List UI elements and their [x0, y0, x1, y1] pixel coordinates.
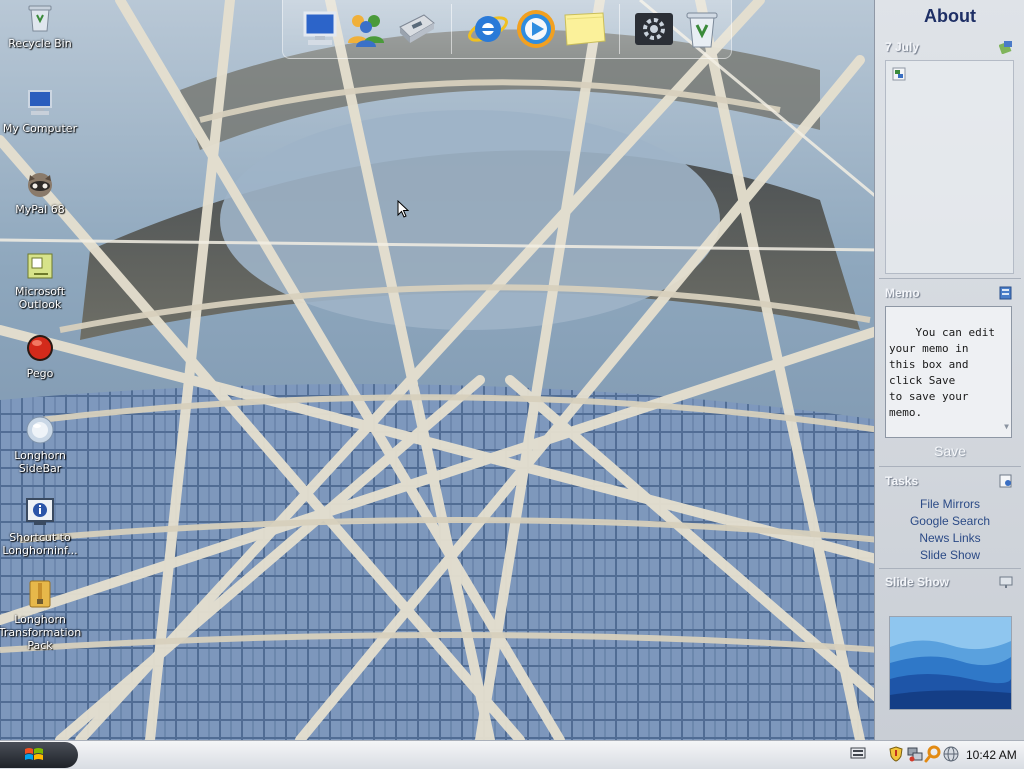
users-icon — [348, 15, 384, 47]
memo-tile-icon[interactable] — [999, 286, 1013, 300]
dock-control-panel[interactable] — [631, 6, 677, 52]
memo-heading: Memo — [885, 286, 920, 300]
keyboard-icon[interactable] — [850, 746, 866, 760]
dock-separator — [451, 4, 452, 54]
tasks-heading: Tasks — [885, 474, 919, 488]
network-icon[interactable] — [907, 746, 923, 762]
tasks-tile-icon[interactable] — [999, 474, 1013, 488]
desktop-icon-outlook[interactable]: Microsoft Outlook — [2, 250, 78, 311]
desktop-icon-label: Longhorn Transformation Pack — [0, 613, 82, 652]
start-button[interactable] — [0, 742, 78, 768]
desktop-icon-shortcut-longhorninfo[interactable]: Shortcut to Longhorninf... — [2, 496, 78, 557]
task-link-news-links[interactable]: News Links — [875, 531, 1024, 545]
calendar-date: 7 July — [885, 40, 920, 54]
image-placeholder-icon — [892, 67, 906, 81]
red-orb-icon — [24, 332, 56, 364]
task-link-file-mirrors[interactable]: File Mirrors — [875, 497, 1024, 511]
calendar-tile-icon[interactable] — [999, 40, 1013, 54]
dock-scanner[interactable] — [393, 6, 439, 52]
desktop-icon-longhorn-transformation-pack[interactable]: Longhorn Transformation Pack — [0, 578, 82, 652]
longhorn-sidebar: About 7 July Memo You can edit your memo… — [874, 0, 1024, 740]
dock-recycle-bin[interactable] — [679, 6, 725, 52]
task-link-slide-show[interactable]: Slide Show — [875, 548, 1024, 562]
desktop-icon-pego[interactable]: Pego — [2, 332, 78, 380]
desktop-icon-label: MyPal 68 — [15, 203, 65, 216]
task-link-google-search[interactable]: Google Search — [875, 514, 1024, 528]
dock-media-player[interactable] — [513, 6, 559, 52]
dock-users[interactable] — [343, 6, 389, 52]
recycle-bin-icon — [24, 2, 56, 34]
desktop-icon-label: Microsoft Outlook — [14, 285, 66, 311]
desktop-wallpaper — [0, 0, 1024, 768]
outlook-icon — [24, 250, 56, 282]
tile-separator — [879, 466, 1021, 467]
desktop-icon-my-computer[interactable]: My Computer — [2, 87, 78, 135]
dock-bar — [282, 0, 732, 59]
internet-explorer-icon — [468, 16, 508, 42]
slideshow-heading: Slide Show — [885, 575, 950, 589]
desktop-icon-label: Shortcut to Longhorninf... — [2, 531, 78, 557]
calendar-panel[interactable] — [885, 60, 1014, 274]
tile-separator — [879, 278, 1021, 279]
slideshow-tile-icon[interactable] — [999, 575, 1013, 589]
scanner-icon — [399, 14, 435, 43]
taskbar: 10:42 AM — [0, 740, 1024, 769]
memo-textarea[interactable]: You can edit your memo in this box and c… — [885, 306, 1012, 438]
windows-logo-icon — [25, 748, 43, 760]
desktop-icon-label: Pego — [26, 367, 54, 380]
sidebar-title[interactable]: About — [875, 6, 1024, 27]
desktop-icon-label: My Computer — [2, 122, 78, 135]
desktop-icon-longhorn-sidebar[interactable]: Longhorn SideBar — [2, 414, 78, 475]
globe-icon[interactable] — [943, 746, 959, 762]
mouse-cursor-icon — [397, 200, 409, 218]
dock-computer[interactable] — [297, 6, 343, 52]
tile-separator — [879, 568, 1021, 569]
computer-icon — [303, 11, 337, 45]
dock-internet-explorer[interactable] — [465, 6, 511, 52]
memo-save-button[interactable]: Save — [875, 443, 1024, 459]
desktop-icon-mypal[interactable]: MyPal 68 — [2, 168, 78, 216]
sticky-note-icon — [564, 12, 606, 46]
media-player-icon — [517, 10, 555, 48]
slideshow-image[interactable] — [889, 616, 1012, 710]
dock-sticky-notes[interactable] — [561, 6, 607, 52]
memo-text: You can edit your memo in this box and c… — [889, 326, 995, 419]
search-icon[interactable] — [924, 745, 942, 763]
slideshow-landscape-image — [890, 617, 1011, 709]
sidebar-orb-icon — [24, 414, 56, 446]
desktop-icon-recycle-bin[interactable]: Recycle Bin — [2, 2, 78, 50]
dock-separator — [619, 4, 620, 54]
desktop-icon-label: Recycle Bin — [8, 37, 72, 50]
info-shortcut-icon — [24, 496, 56, 528]
settings-icon — [635, 13, 673, 45]
shield-icon[interactable] — [888, 746, 904, 762]
scroll-down-icon[interactable]: ▼ — [1004, 419, 1009, 435]
taskbar-clock[interactable]: 10:42 AM — [966, 741, 1017, 769]
recycle-bin-icon — [686, 12, 718, 48]
folder-zip-icon — [24, 578, 56, 610]
raccoon-browser-icon — [24, 168, 56, 200]
desktop-icon-label: Longhorn SideBar — [14, 449, 66, 475]
computer-icon — [24, 87, 56, 119]
